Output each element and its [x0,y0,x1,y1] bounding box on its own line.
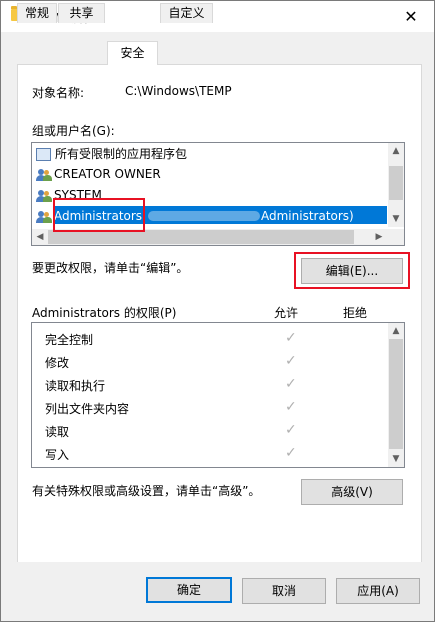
users-icon [36,168,52,182]
permission-row: 完全控制 [45,333,94,347]
object-name-label: 对象名称: [32,86,85,100]
close-button[interactable]: ✕ [388,1,434,32]
permissions-label: Administrators 的权限(P) [32,306,177,320]
check-icon: ✓ [285,376,297,392]
check-icon: ✓ [285,330,297,346]
object-name-value: C:\Windows\TEMP [125,84,232,98]
groups-vscroll[interactable]: ▲ ▼ [388,143,404,227]
edit-hint: 要更改权限，请单击“编辑”。 [32,261,189,275]
scroll-down-icon[interactable]: ▼ [388,454,404,464]
check-icon: ✓ [285,445,297,461]
tab-label: 自定义 [168,6,205,20]
scroll-thumb[interactable] [389,166,403,200]
close-icon: ✕ [404,7,418,26]
scroll-down-icon[interactable]: ▼ [388,214,404,224]
highlight-box [294,252,410,289]
advanced-hint: 有关特殊权限或高级设置，请单击“高级”。 [32,484,261,498]
groups-label: 组或用户名(G): [32,124,115,138]
check-icon: ✓ [285,353,297,369]
tab-sharing[interactable]: 共享 [58,3,105,23]
scroll-up-icon[interactable]: ▲ [388,146,404,156]
deny-header: 拒绝 [343,306,368,320]
permission-row: 写入 [45,448,70,462]
scroll-thumb[interactable] [389,339,403,449]
properties-window: TEMP 属性 ✕ 常规 共享 安全 自定义 对象名称: C:\Windows\… [0,0,435,622]
scroll-thumb[interactable] [48,230,354,244]
advanced-button[interactable]: 高级(V) [301,479,403,505]
package-icon [36,148,51,161]
permission-row: 读取和执行 [45,379,106,393]
users-icon [36,210,52,224]
list-item[interactable]: CREATOR OWNER [36,164,161,184]
permission-row: 修改 [45,356,70,370]
tab-label: 常规 [24,6,49,20]
check-icon: ✓ [285,422,297,438]
tab-customize[interactable]: 自定义 [160,3,213,23]
permission-row: 列出文件夹内容 [45,402,130,416]
redacted-blur [148,211,260,221]
tab-label: 安全 [120,46,145,60]
ok-button[interactable]: 确定 [146,577,232,603]
list-item[interactable]: 所有受限制的应用程序包 [36,144,187,164]
tab-security[interactable]: 安全 [107,41,158,65]
cancel-button[interactable]: 取消 [242,578,326,604]
tab-label: 共享 [69,6,94,20]
permissions-listbox: 完全控制 ✓ 修改 ✓ 读取和执行 ✓ 列出文件夹内容 ✓ 读取 ✓ 写入 ✓ … [31,322,405,468]
apply-button[interactable]: 应用(A) [336,578,420,604]
users-icon [36,189,52,203]
scroll-up-icon[interactable]: ▲ [388,326,404,336]
highlight-box [53,198,145,232]
scroll-right-icon[interactable]: ▶ [371,232,387,242]
permission-row: 读取 [45,425,70,439]
permissions-vscroll[interactable]: ▲ ▼ [388,323,404,467]
allow-header: 允许 [274,306,299,320]
check-icon: ✓ [285,399,297,415]
tab-general[interactable]: 常规 [17,3,57,23]
scroll-left-icon[interactable]: ◀ [32,232,48,242]
